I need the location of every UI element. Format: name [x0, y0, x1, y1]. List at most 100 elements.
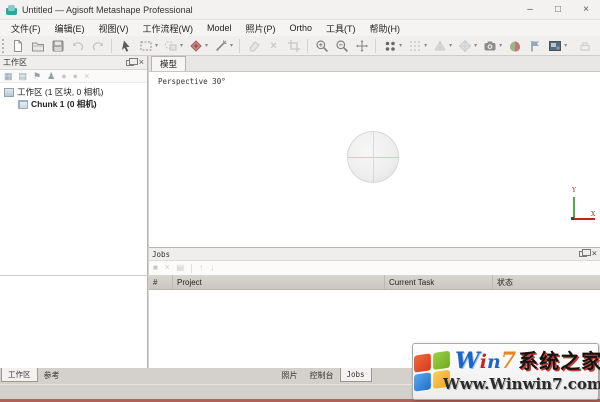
- zoom-out-icon[interactable]: [334, 38, 349, 53]
- workspace-panel: 工作区 × ▦ ▤ ⚑ ♟ ● ● × 工作区 (1 区块, 0 相机) Chu…: [0, 56, 148, 368]
- column-current-task[interactable]: Current Task: [385, 275, 493, 289]
- job-view-icon[interactable]: ▤: [177, 264, 185, 272]
- tree-root-workspace[interactable]: 工作区 (1 区块, 0 相机): [0, 86, 147, 98]
- watermark-letter: n: [486, 351, 501, 373]
- tree-node-chunk[interactable]: Chunk 1 (0 相机): [0, 98, 147, 110]
- column-status[interactable]: 状态: [493, 275, 600, 289]
- tiled-model-view-icon[interactable]: [457, 38, 472, 53]
- enable-item-icon[interactable]: ●: [61, 71, 66, 81]
- tab-model[interactable]: 模型: [151, 56, 187, 71]
- rectangle-selection-caret-icon[interactable]: ▾: [155, 42, 158, 49]
- jobs-close-icon[interactable]: ×: [592, 249, 597, 259]
- show-markers-icon[interactable]: [527, 38, 542, 53]
- workspace-float-icon[interactable]: [125, 57, 138, 66]
- object-gizmo-caret-icon[interactable]: ▾: [205, 42, 208, 49]
- tiled-model-caret-icon[interactable]: ▾: [474, 42, 477, 49]
- delete-icon[interactable]: ×: [266, 38, 281, 53]
- shape-selection-caret-icon[interactable]: ▾: [180, 42, 183, 49]
- menu-photo[interactable]: 照片(P): [239, 22, 283, 35]
- dense-cloud-caret-icon[interactable]: ▾: [424, 42, 427, 49]
- shape-selection-icon[interactable]: [163, 38, 178, 53]
- menu-bar: 文件(F) 编辑(E) 视图(V) 工作流程(W) Model 照片(P) Or…: [0, 20, 600, 36]
- axis-gizmo: Y X: [555, 187, 595, 225]
- watermark-letter: 7: [500, 348, 517, 374]
- axis-y-label: Y: [572, 187, 576, 194]
- crop-region-icon[interactable]: [286, 38, 301, 53]
- tab-jobs[interactable]: Jobs: [339, 368, 372, 382]
- tab-console[interactable]: 控制台: [304, 368, 340, 382]
- workspace-close-icon[interactable]: ×: [139, 58, 144, 67]
- measure-tool-icon[interactable]: [213, 38, 228, 53]
- menu-help[interactable]: 帮助(H): [363, 22, 408, 35]
- add-scalebar-icon[interactable]: ♟: [47, 71, 55, 81]
- menu-ortho[interactable]: Ortho: [283, 23, 320, 33]
- menu-edit[interactable]: 编辑(E): [48, 22, 92, 35]
- workspace-tree: 工作区 (1 区块, 0 相机) Chunk 1 (0 相机): [0, 83, 147, 110]
- job-cancel-icon[interactable]: ×: [165, 264, 170, 272]
- menu-workflow[interactable]: 工作流程(W): [136, 22, 201, 35]
- capture-view-caret-icon[interactable]: ▾: [499, 42, 502, 49]
- ortho-view-icon[interactable]: [547, 38, 562, 53]
- new-project-icon[interactable]: [10, 38, 25, 53]
- close-button[interactable]: ×: [572, 0, 600, 20]
- windows-logo-pane-blue: [414, 372, 431, 392]
- zoom-in-icon[interactable]: [314, 38, 329, 53]
- capture-view-icon[interactable]: [482, 38, 497, 53]
- job-move-up-icon[interactable]: ↑: [199, 264, 203, 272]
- model-viewport[interactable]: Perspective 30° Y X: [149, 72, 600, 247]
- maximize-button[interactable]: □: [544, 0, 572, 20]
- dense-cloud-view-icon[interactable]: [407, 38, 422, 53]
- add-chunk-icon[interactable]: ▦: [4, 71, 13, 81]
- watermark-url: Www.Winwin7.com: [443, 375, 600, 393]
- add-photos-icon[interactable]: ▤: [19, 71, 28, 81]
- eraser-icon[interactable]: [246, 38, 261, 53]
- watermark-letter: W: [455, 348, 480, 374]
- reset-view-icon[interactable]: [354, 38, 369, 53]
- toolbar-separator: [375, 38, 377, 53]
- menu-model[interactable]: Model: [200, 23, 239, 33]
- toolbar-separator: [111, 38, 112, 53]
- column-number[interactable]: #: [149, 275, 173, 289]
- tab-workspace[interactable]: 工作区: [1, 368, 38, 382]
- document-tabstrip: 模型: [149, 56, 600, 72]
- toolbar-grip[interactable]: [2, 38, 4, 53]
- open-project-icon[interactable]: [30, 38, 45, 53]
- jobs-toolbar: ■ × ▤ ↑ ↓: [149, 261, 600, 275]
- job-run-icon[interactable]: ■: [153, 264, 158, 272]
- workspace-panel-header: 工作区 ×: [0, 56, 147, 70]
- minimize-button[interactable]: –: [516, 0, 544, 20]
- mesh-view-icon[interactable]: [432, 38, 447, 53]
- mesh-view-caret-icon[interactable]: ▾: [449, 42, 452, 49]
- job-move-down-icon[interactable]: ↓: [210, 264, 214, 272]
- jobs-float-icon[interactable]: [578, 249, 591, 257]
- undo-icon[interactable]: [70, 38, 85, 53]
- object-gizmo-icon[interactable]: [188, 38, 203, 53]
- measure-tool-caret-icon[interactable]: ▾: [230, 42, 233, 49]
- title-bar: Untitled — Agisoft Metashape Professiona…: [0, 0, 600, 20]
- tab-photos[interactable]: 照片: [276, 368, 304, 382]
- ortho-view-caret-icon[interactable]: ▾: [564, 42, 567, 49]
- left-panel-divider[interactable]: [0, 275, 147, 276]
- watermark-card: W i n 7 系统之家 Www.Winwin7.com: [412, 343, 600, 400]
- point-cloud-caret-icon[interactable]: ▾: [399, 42, 402, 49]
- watermark-site-name: 系统之家: [518, 351, 600, 373]
- chunk-node-icon: [18, 99, 28, 109]
- navigation-tool-icon[interactable]: [118, 38, 133, 53]
- add-marker-icon[interactable]: ⚑: [33, 71, 41, 81]
- watermark-letter: i: [479, 351, 487, 373]
- textured-model-view-icon[interactable]: [507, 38, 522, 53]
- menu-view[interactable]: 视图(V): [92, 22, 136, 35]
- window-title: Untitled — Agisoft Metashape Professiona…: [22, 4, 193, 15]
- rectangle-selection-icon[interactable]: [138, 38, 153, 53]
- redo-icon[interactable]: [90, 38, 105, 53]
- column-project[interactable]: Project: [173, 275, 385, 289]
- tab-reference[interactable]: 参考: [38, 368, 66, 382]
- workspace-toolbar: ▦ ▤ ⚑ ♟ ● ● ×: [0, 70, 147, 83]
- menu-tools[interactable]: 工具(T): [319, 22, 363, 35]
- remove-item-icon[interactable]: ×: [84, 71, 89, 81]
- misc-tool-icon[interactable]: [577, 38, 592, 53]
- point-cloud-view-icon[interactable]: [382, 38, 397, 53]
- save-project-icon[interactable]: [50, 38, 65, 53]
- disable-item-icon[interactable]: ●: [73, 71, 78, 81]
- menu-file[interactable]: 文件(F): [4, 22, 48, 35]
